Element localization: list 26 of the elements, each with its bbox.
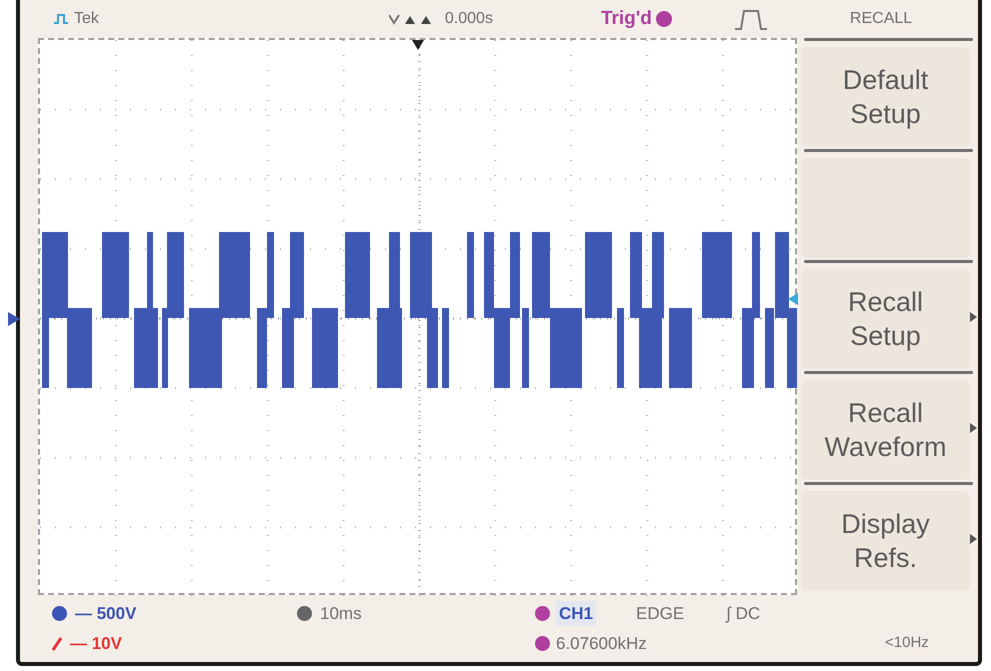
disc-icon — [297, 606, 312, 621]
trigger-disc-icon — [535, 636, 550, 651]
trigger-coupling: ∫ DC — [726, 602, 760, 625]
menu-button[interactable]: Default Setup — [801, 47, 970, 147]
channel-scale: — 500V — [75, 602, 136, 625]
square-wave-icon — [54, 14, 68, 24]
menu-title: RECALL — [850, 9, 912, 29]
horizontal-position: 0.000s — [444, 9, 493, 29]
trigger-frequency: 6.07600kHz — [556, 632, 647, 655]
menu-button[interactable]: Recall Waveform — [801, 380, 970, 480]
timebase: 10ms — [320, 602, 362, 625]
channel-scale: — 10V — [70, 632, 122, 655]
trigger-level-marker-icon — [788, 293, 798, 305]
frequency-limit: <10Hz — [885, 633, 929, 654]
menu-button[interactable]: Display Refs. — [801, 491, 970, 591]
pulse-icon — [734, 8, 768, 30]
brand-label: Tek — [74, 9, 99, 29]
status-dot-icon — [656, 11, 672, 27]
trigger-position-marker-icon — [412, 40, 424, 50]
position-marker-icon — [388, 13, 433, 25]
channel-ground-marker-icon — [8, 312, 20, 326]
trigger-status: Trig'd — [600, 6, 652, 31]
menu-button[interactable]: Recall Setup — [801, 269, 970, 369]
trigger-type: EDGE — [636, 602, 684, 625]
trigger-source: CH1 — [556, 600, 596, 626]
trigger-disc-icon — [535, 606, 550, 621]
